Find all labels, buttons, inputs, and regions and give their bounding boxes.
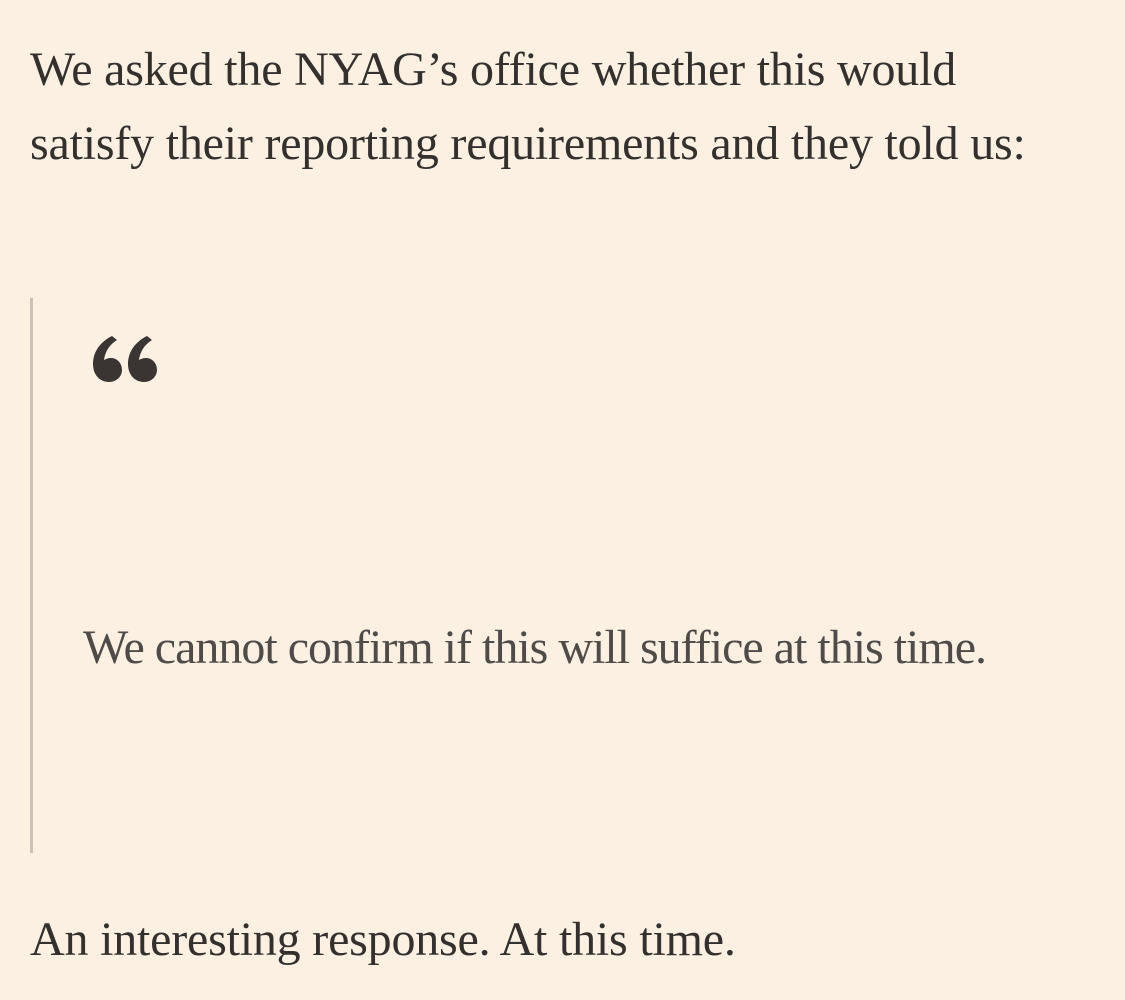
closing-paragraph: An interesting response. At this time. (30, 913, 736, 966)
pull-quote: We cannot confirm if this will suffice a… (30, 298, 1080, 853)
article-excerpt: We asked the NYAG’s office whether this … (0, 0, 1125, 1000)
open-quote-icon (93, 336, 157, 382)
quote-text: We cannot confirm if this will suffice a… (83, 621, 987, 674)
intro-paragraph: We asked the NYAG’s office whether this … (30, 43, 1026, 170)
